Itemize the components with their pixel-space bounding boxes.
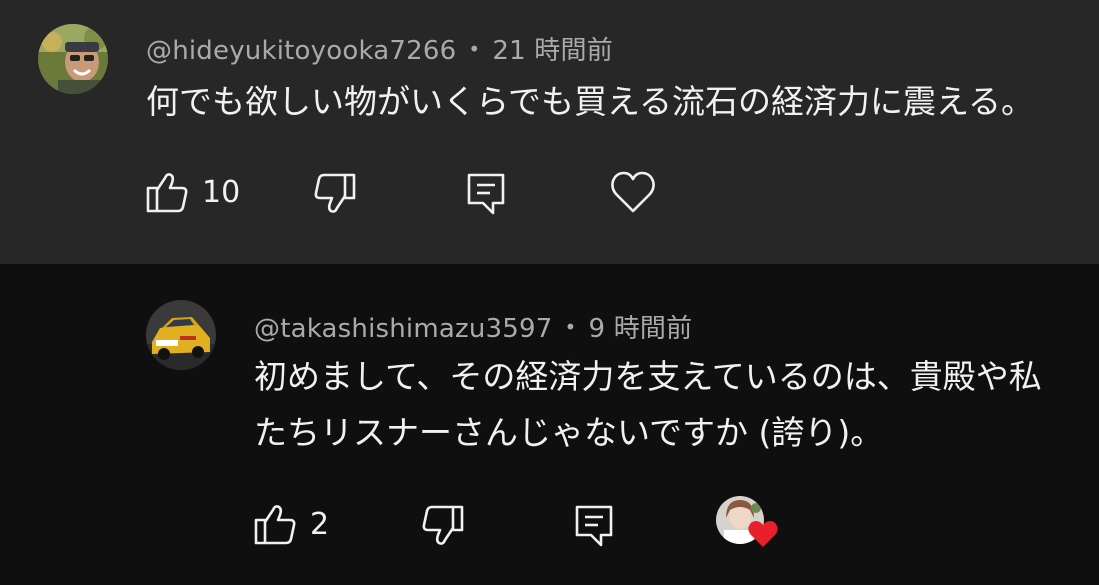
avatar-hideyukitoyooka7266[interactable] — [38, 24, 108, 94]
heart-icon — [610, 170, 656, 214]
avatar-takashishimazu3597[interactable] — [146, 300, 216, 370]
comment-meta: @hideyukitoyooka7266 • 21 時間前 — [146, 30, 613, 67]
creator-heart[interactable] — [716, 496, 778, 547]
thumbs-up-icon — [254, 502, 296, 546]
reply-icon — [574, 504, 614, 548]
thumbs-down-icon — [314, 172, 356, 216]
comment-meta: @takashishimazu3597 • 9 時間前 — [254, 308, 692, 345]
creator-heart-icon — [748, 520, 778, 548]
timestamp: 9 時間前 — [588, 314, 693, 344]
separator-dot: • — [564, 315, 577, 339]
heart-button[interactable] — [610, 170, 656, 214]
comment-text-line: 初めまして、その経済力を支えているのは、貴殿や私 — [254, 357, 1042, 396]
reply-button[interactable] — [466, 172, 506, 216]
thumbs-up-icon — [146, 170, 188, 214]
like-button[interactable]: 10 — [146, 170, 240, 214]
comment-2: @takashishimazu3597 • 9 時間前 初めまして、その経済力を支え… — [0, 264, 1099, 585]
comment-text-line: 何でも欲しい物がいくらでも買える流石の経済力に震える。 — [146, 82, 1035, 121]
like-button[interactable]: 2 — [254, 502, 329, 546]
separator-dot: • — [468, 37, 481, 61]
author-handle[interactable]: @hideyukitoyooka7266 — [146, 36, 456, 66]
like-count: 2 — [310, 506, 330, 542]
comment-1: @hideyukitoyooka7266 • 21 時間前 何でも欲しい物がいくらで… — [0, 0, 1099, 264]
comment-text: 何でも欲しい物がいくらでも買える流石の経済力に震える。 — [146, 74, 1034, 130]
comment-text-line: たちリスナーさんじゃないですか (誇り)。 — [254, 413, 884, 452]
author-handle[interactable]: @takashishimazu3597 — [254, 314, 553, 344]
reply-icon — [466, 172, 506, 216]
dislike-button[interactable] — [422, 504, 464, 548]
like-count: 10 — [202, 174, 241, 210]
dislike-button[interactable] — [314, 172, 356, 216]
reply-button[interactable] — [574, 504, 614, 548]
thumbs-down-icon — [422, 504, 464, 548]
timestamp: 21 時間前 — [492, 36, 613, 66]
comment-text: 初めまして、その経済力を支えているのは、貴殿や私 たちリスナーさんじゃないですか… — [254, 349, 1042, 461]
